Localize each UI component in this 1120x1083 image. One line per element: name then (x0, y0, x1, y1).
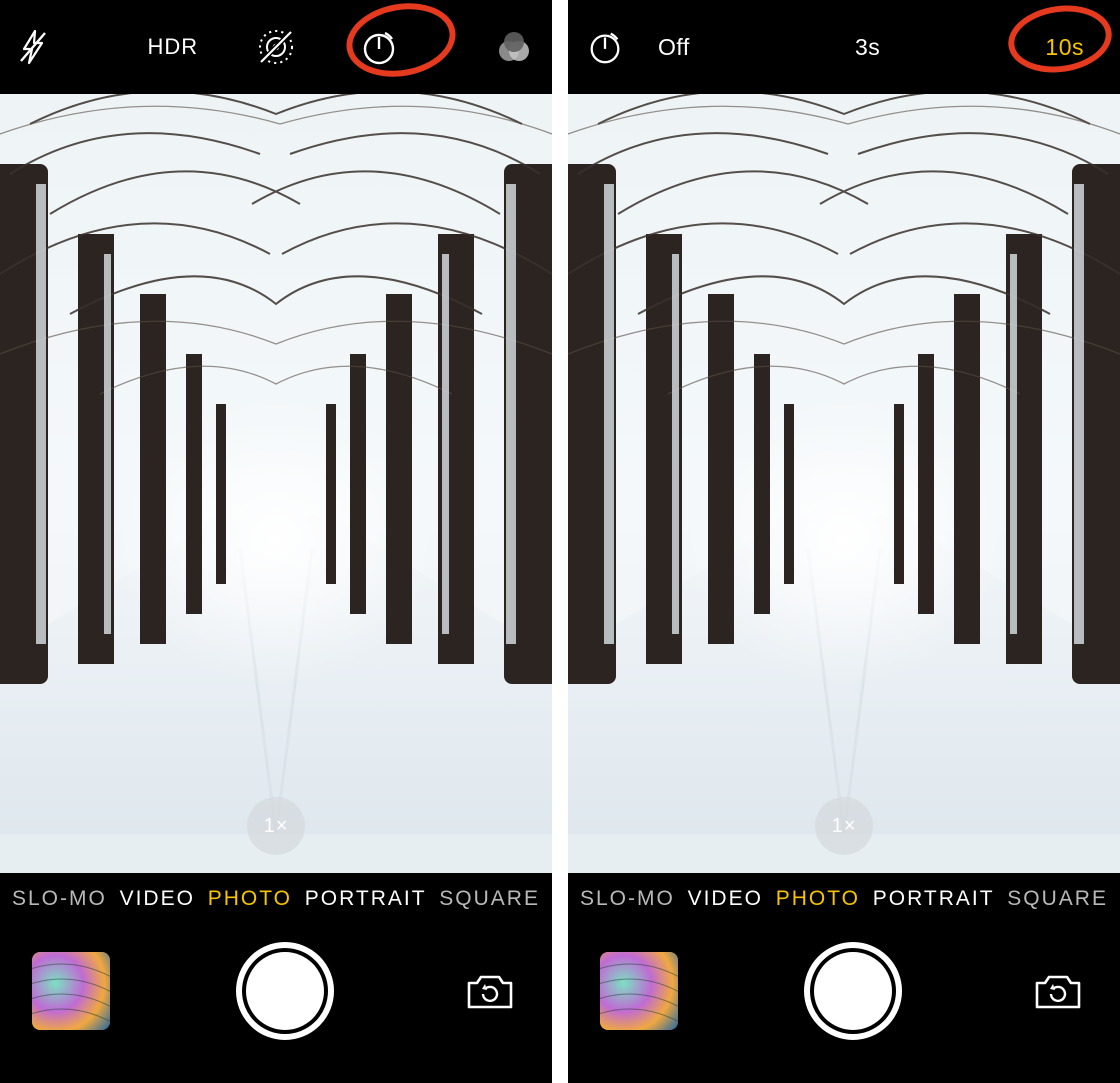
mode-photo[interactable]: PHOTO (202, 887, 298, 911)
timer-options-row: Off 3s 10s (648, 34, 1102, 61)
mode-portrait[interactable]: PORTRAIT (867, 887, 1001, 911)
timer-option-off[interactable]: Off (648, 34, 700, 61)
shutter-button[interactable] (236, 942, 334, 1040)
timer-option-10s[interactable]: 10s (1035, 34, 1094, 61)
mode-slomo[interactable]: SLO-MO (6, 887, 113, 911)
timer-icon[interactable] (586, 28, 624, 66)
shutter-inner (814, 952, 892, 1030)
flip-camera-button[interactable] (1028, 967, 1088, 1015)
camera-bottom-bar: SLO-MO VIDEO PHOTO PORTRAIT SQUARE (568, 873, 1120, 1083)
mode-square[interactable]: SQUARE (433, 887, 546, 911)
camera-viewfinder[interactable]: 1× (568, 94, 1120, 873)
filters-icon[interactable] (494, 30, 534, 64)
timer-option-3s[interactable]: 3s (845, 34, 890, 61)
mode-video[interactable]: VIDEO (682, 887, 769, 911)
mode-portrait[interactable]: PORTRAIT (299, 887, 433, 911)
zoom-button[interactable]: 1× (247, 797, 305, 855)
camera-screen-left: HDR (0, 0, 552, 1083)
camera-top-toolbar: HDR (0, 0, 552, 94)
flash-off-icon[interactable] (18, 29, 48, 65)
live-photo-off-icon[interactable] (255, 26, 297, 68)
camera-timer-toolbar: Off 3s 10s (568, 0, 1120, 94)
camera-bottom-bar: SLO-MO VIDEO PHOTO PORTRAIT SQUARE (0, 873, 552, 1083)
flip-camera-button[interactable] (460, 967, 520, 1015)
shutter-button[interactable] (804, 942, 902, 1040)
mode-video[interactable]: VIDEO (114, 887, 201, 911)
mode-photo[interactable]: PHOTO (770, 887, 866, 911)
camera-modes-row[interactable]: SLO-MO VIDEO PHOTO PORTRAIT SQUARE (568, 873, 1120, 917)
mode-slomo[interactable]: SLO-MO (574, 887, 681, 911)
zoom-button[interactable]: 1× (815, 797, 873, 855)
last-photo-thumbnail[interactable] (600, 952, 678, 1030)
shutter-inner (246, 952, 324, 1030)
viewfinder-scene (568, 94, 1120, 834)
timer-icon[interactable] (359, 27, 399, 67)
mode-square[interactable]: SQUARE (1001, 887, 1114, 911)
camera-screen-right: Off 3s 10s (568, 0, 1120, 1083)
hdr-button[interactable]: HDR (147, 34, 198, 60)
camera-modes-row[interactable]: SLO-MO VIDEO PHOTO PORTRAIT SQUARE (0, 873, 552, 917)
last-photo-thumbnail[interactable] (32, 952, 110, 1030)
viewfinder-scene (0, 94, 552, 834)
camera-viewfinder[interactable]: 1× (0, 94, 552, 873)
